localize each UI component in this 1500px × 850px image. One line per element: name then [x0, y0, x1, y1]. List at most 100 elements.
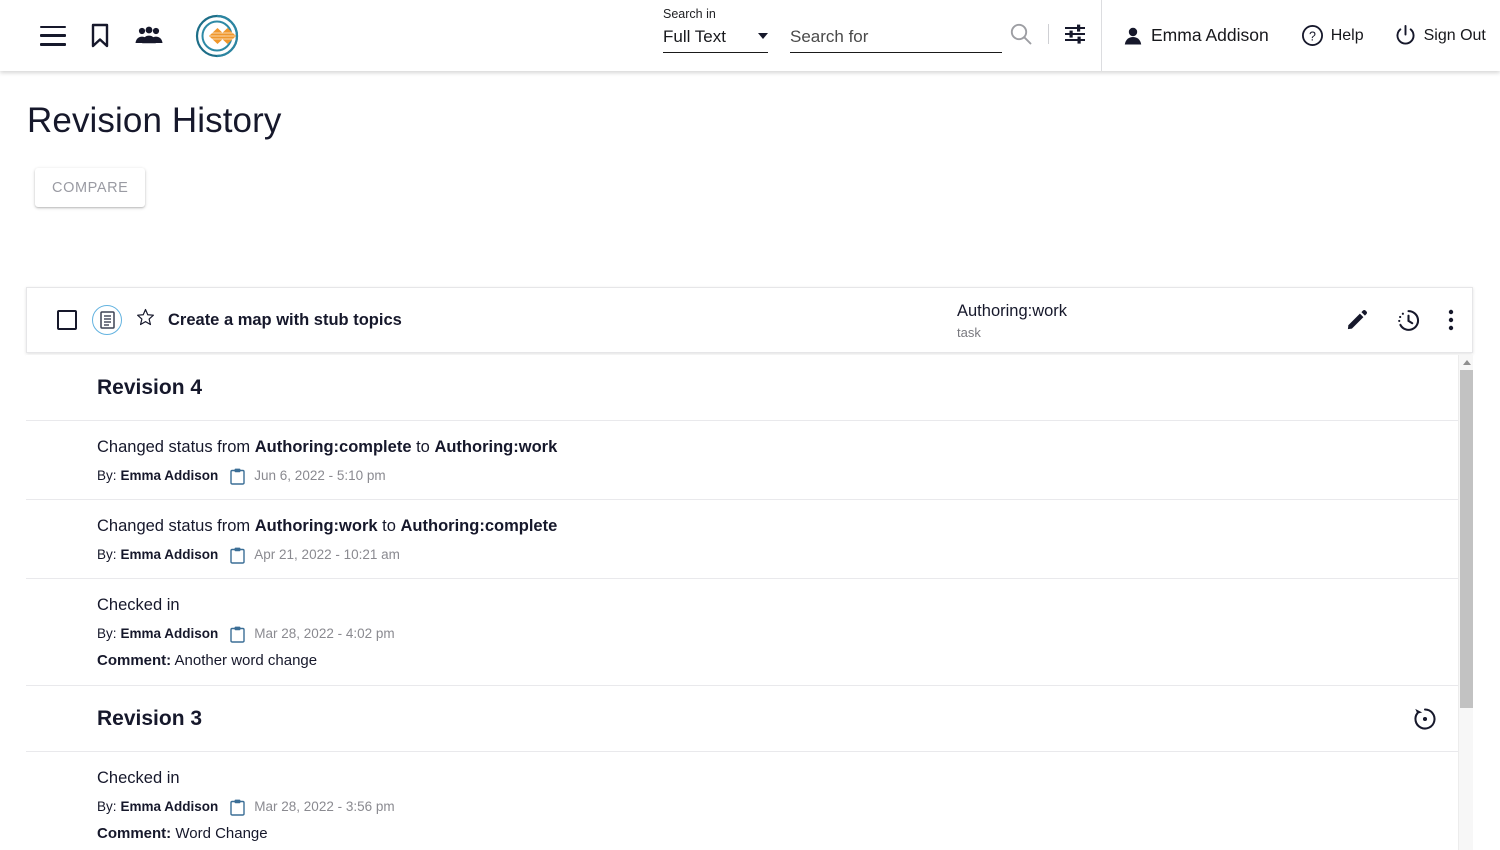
revision-meta: By: Emma Addison Mar 28, 2022 - 4:02 pm — [97, 625, 1438, 643]
search-in-selected-value: Full Text — [663, 27, 726, 46]
revision-entry: Changed status from Authoring:work to Au… — [26, 500, 1458, 579]
comment-text: Word Change — [171, 825, 268, 842]
help-label: Help — [1330, 26, 1364, 44]
app-header: Search in Full Text Search for Emma Addi… — [0, 0, 1500, 71]
revision-meta: By: Emma Addison Apr 21, 2022 - 10:21 am — [97, 546, 1438, 564]
header-icon-divider — [1048, 24, 1049, 44]
clipboard-icon — [230, 626, 245, 643]
more-vertical-icon[interactable] — [1448, 308, 1454, 332]
by-label: By: — [97, 468, 117, 483]
revision-meta: By: Emma Addison Mar 28, 2022 - 3:56 pm — [97, 798, 1438, 816]
revision-action-text: Changed status from Authoring:work to Au… — [97, 514, 1438, 538]
revision-group-header: Revision 3 — [26, 686, 1458, 752]
by-label: By: — [97, 626, 117, 641]
scrollbar-thumb[interactable] — [1460, 370, 1473, 708]
help-circle-icon: ? — [1301, 25, 1323, 46]
document-status-block: Authoring:work task — [957, 300, 1067, 342]
revision-author: Emma Addison — [120, 547, 219, 562]
revision-action-text: Checked in — [97, 766, 1438, 790]
by-label: By: — [97, 547, 117, 562]
search-in-select[interactable]: Full Text — [663, 26, 768, 53]
revision-action-prefix: Checked in — [97, 596, 180, 614]
revision-action-mid: to — [377, 517, 401, 535]
document-title[interactable]: Create a map with stub topics — [168, 311, 402, 330]
revision-action-prefix: Changed status from — [97, 438, 255, 456]
revision-date: Mar 28, 2022 - 3:56 pm — [254, 799, 395, 814]
tune-filter-icon[interactable] — [1063, 22, 1087, 46]
comment-label: Comment: — [97, 825, 172, 842]
revision-history-panel: Revision 4 Changed status from Authoring… — [26, 355, 1473, 850]
document-status: Authoring:work — [957, 302, 1068, 320]
clipboard-icon — [230, 799, 245, 816]
revision-heading: Revision 4 — [97, 375, 203, 399]
clipboard-icon — [230, 547, 245, 564]
revision-action-prefix: Checked in — [97, 769, 180, 787]
chevron-down-icon — [758, 33, 768, 39]
revision-list: Revision 4 Changed status from Authoring… — [26, 355, 1458, 850]
sign-out-label: Sign Out — [1423, 26, 1486, 44]
header-right-cluster: Emma Addison ? Help Sign Out — [1122, 0, 1486, 71]
revision-action-mid: to — [411, 438, 435, 456]
search-in-label: Search in — [663, 7, 716, 21]
revision-heading: Revision 3 — [97, 706, 203, 730]
revision-action-text: Changed status from Authoring:complete t… — [97, 435, 1438, 459]
person-icon — [1124, 27, 1142, 44]
app-logo-icon[interactable] — [192, 11, 244, 61]
hamburger-menu-icon[interactable] — [40, 25, 66, 46]
revision-action-to: Authoring:complete — [400, 517, 558, 535]
svg-text:?: ? — [1309, 29, 1316, 43]
scroll-up-arrow-icon[interactable] — [1459, 355, 1473, 370]
document-select-checkbox[interactable] — [57, 310, 77, 330]
revision-action-from: Authoring:complete — [254, 438, 412, 456]
people-group-icon[interactable] — [134, 25, 164, 47]
document-row: Create a map with stub topics Authoring:… — [26, 287, 1473, 353]
power-icon — [1396, 24, 1415, 45]
document-row-actions — [1345, 308, 1454, 333]
revision-entry: Checked in By: Emma Addison Mar 28, 2022… — [26, 752, 1458, 850]
revision-comment: Comment: Word Change — [97, 824, 1438, 844]
clipboard-icon — [230, 468, 245, 485]
search-cluster: Search in Full Text — [663, 6, 1002, 53]
comment-label: Comment: — [97, 652, 172, 669]
revision-group-header: Revision 4 — [26, 355, 1458, 421]
user-account-button[interactable]: Emma Addison — [1122, 25, 1269, 47]
page-body: Revision History COMPARE Create a map wi… — [0, 71, 1500, 850]
bookmark-icon[interactable] — [88, 23, 112, 49]
search-action-icons — [1008, 21, 1087, 47]
revision-action-prefix: Changed status from — [97, 517, 255, 535]
user-name-label: Emma Addison — [1151, 25, 1269, 45]
revision-author: Emma Addison — [120, 468, 219, 483]
restore-circle-icon[interactable] — [1412, 706, 1438, 732]
compare-button[interactable]: COMPARE — [35, 168, 146, 207]
revision-action-to: Authoring:work — [434, 438, 558, 456]
sign-out-button[interactable]: Sign Out — [1394, 24, 1486, 47]
revision-list-scrollbar[interactable] — [1458, 355, 1473, 850]
revision-meta: By: Emma Addison Jun 6, 2022 - 5:10 pm — [97, 467, 1438, 485]
document-type-label: task — [957, 325, 981, 340]
pencil-edit-icon[interactable] — [1345, 308, 1369, 332]
revision-action-from: Authoring:work — [254, 517, 378, 535]
header-left-icons — [0, 11, 244, 61]
clock-history-icon[interactable] — [1396, 308, 1421, 333]
revision-action-text: Checked in — [97, 593, 1438, 617]
search-icon[interactable] — [1008, 21, 1034, 47]
revision-date: Mar 28, 2022 - 4:02 pm — [254, 626, 395, 641]
comment-text: Another word change — [171, 652, 318, 669]
revision-entry: Checked in By: Emma Addison Mar 28, 2022… — [26, 579, 1458, 686]
header-divider — [1101, 0, 1102, 71]
search-in-select-wrapper: Search in Full Text — [663, 6, 768, 53]
search-for-field-wrapper — [790, 26, 1002, 53]
revision-date: Jun 6, 2022 - 5:10 pm — [254, 468, 386, 483]
toolbar: COMPARE — [0, 141, 1500, 207]
by-label: By: — [97, 799, 117, 814]
topic-document-icon[interactable] — [92, 305, 122, 335]
revision-author: Emma Addison — [120, 626, 219, 641]
page-title: Revision History — [27, 101, 282, 140]
revision-entry: Changed status from Authoring:complete t… — [26, 421, 1458, 500]
revision-comment: Comment: Another word change — [97, 651, 1438, 671]
star-outline-icon[interactable] — [136, 308, 155, 332]
revision-author: Emma Addison — [120, 799, 219, 814]
search-input[interactable] — [790, 26, 1002, 48]
help-button[interactable]: ? Help — [1301, 24, 1364, 47]
revision-date: Apr 21, 2022 - 10:21 am — [254, 547, 400, 562]
